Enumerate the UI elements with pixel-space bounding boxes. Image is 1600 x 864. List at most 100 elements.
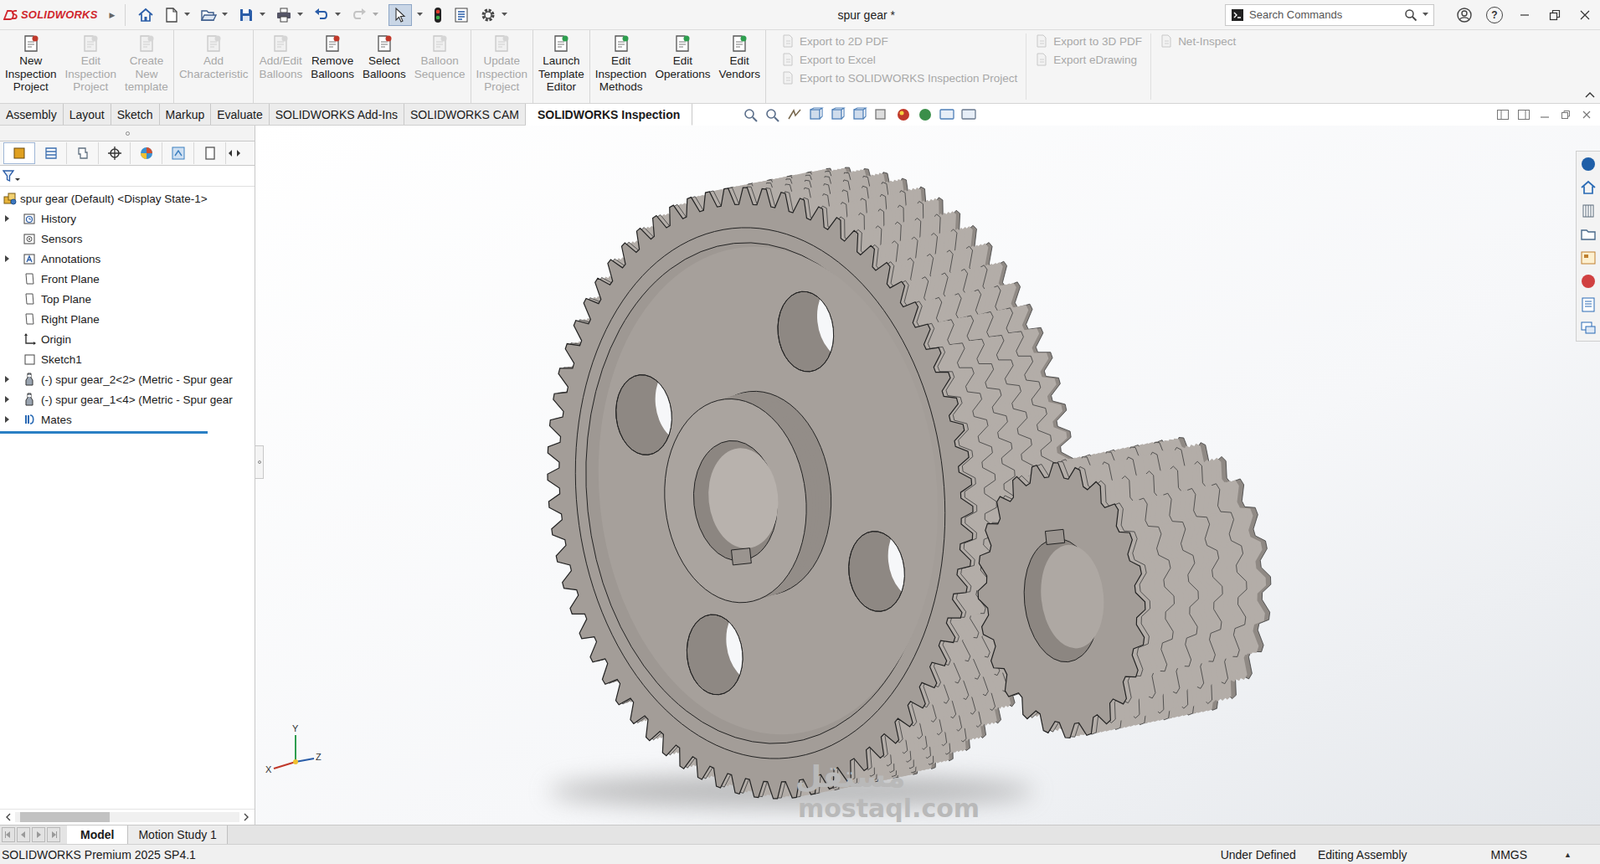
panel-tab[interactable] <box>130 142 163 165</box>
file-explorer-icon[interactable] <box>1579 225 1598 244</box>
command-tab[interactable]: Sketch <box>111 103 160 125</box>
tree-root[interactable]: spur gear (Default) <Display State-1> <box>0 188 255 209</box>
panel-collapse-handle[interactable] <box>255 445 264 479</box>
panel-tabs-scroll-right-icon[interactable] <box>234 145 243 161</box>
help-button[interactable]: ? <box>1486 6 1503 24</box>
command-tab[interactable]: Assembly <box>0 103 64 125</box>
expand-arrow-icon[interactable] <box>4 375 11 384</box>
tree-item[interactable]: History <box>0 208 255 229</box>
tree-toggle[interactable] <box>2 415 16 424</box>
tab-scroll-icon[interactable] <box>16 827 31 843</box>
dropdown-caret-icon[interactable] <box>259 12 266 17</box>
tile-left-icon[interactable] <box>1496 108 1510 121</box>
gear-assembly-view[interactable]: YXZمستقلmostaql.com <box>255 125 1600 825</box>
rollback-bar[interactable] <box>0 431 208 434</box>
home-icon[interactable] <box>137 6 155 24</box>
rebuild-traffic-light-icon[interactable] <box>432 6 443 24</box>
dropdown-caret-icon[interactable] <box>416 12 423 17</box>
scrollbar-thumb[interactable] <box>20 812 110 823</box>
hide-show-icon[interactable] <box>873 107 891 123</box>
expand-arrow-icon[interactable] <box>4 415 11 424</box>
tree-item[interactable]: Annotations <box>0 248 255 269</box>
tree-item[interactable]: Right Plane <box>0 308 255 330</box>
command-tab[interactable]: SOLIDWORKS CAM <box>404 103 526 125</box>
home-icon[interactable] <box>1579 178 1598 197</box>
design-library-icon[interactable] <box>1579 201 1598 221</box>
tree-item[interactable]: Origin <box>0 329 255 350</box>
command-tab[interactable]: Layout <box>63 103 112 125</box>
expand-arrow-icon[interactable] <box>4 395 11 404</box>
panel-splitter[interactable] <box>0 125 255 141</box>
dropdown-caret-icon[interactable] <box>334 12 341 17</box>
panel-tab[interactable] <box>66 142 99 165</box>
new-document-button[interactable] <box>164 6 191 24</box>
tile-right-icon[interactable] <box>1517 108 1531 121</box>
scrollbar-track[interactable] <box>15 812 240 823</box>
user-account-icon[interactable] <box>1455 6 1473 24</box>
command-button[interactable]: Edit Vendors <box>714 30 765 103</box>
command-button[interactable]: New Inspection Project <box>0 30 62 103</box>
previous-view-icon[interactable] <box>786 107 803 123</box>
tree-toggle[interactable] <box>2 254 16 263</box>
apply-scene-icon[interactable] <box>916 107 934 123</box>
options-button[interactable] <box>479 6 508 24</box>
view-minimize-icon[interactable] <box>1538 108 1552 121</box>
solidworks-logo[interactable]: SOLIDWORKS <box>3 8 98 21</box>
zoom-area-icon[interactable] <box>764 107 782 123</box>
print-button[interactable] <box>275 6 304 24</box>
menu-expand-arrow[interactable]: ▶ <box>109 10 116 20</box>
tree-item[interactable]: Sensors <box>0 228 255 249</box>
tree-toggle[interactable] <box>2 395 16 404</box>
expand-arrow-icon[interactable] <box>4 214 11 223</box>
command-button[interactable]: Edit Inspection Methods <box>591 30 652 103</box>
scroll-right-icon[interactable] <box>241 811 252 824</box>
panel-tab[interactable] <box>194 142 227 165</box>
graphics-area[interactable]: YXZمستقلmostaql.com <box>255 125 1600 825</box>
resources-icon[interactable] <box>1579 154 1598 174</box>
tree-toggle[interactable] <box>2 214 16 223</box>
command-tab[interactable]: Markup <box>159 103 212 125</box>
open-document-button[interactable] <box>200 6 228 24</box>
filter-funnel-icon[interactable] <box>2 169 21 183</box>
forum-icon[interactable] <box>1579 318 1598 338</box>
restore-icon[interactable] <box>1546 6 1564 24</box>
tab-scroll-icon[interactable] <box>1 827 16 843</box>
edit-appearance-icon[interactable] <box>895 107 912 123</box>
command-button[interactable]: Remove Balloons <box>306 30 359 103</box>
dropdown-caret-icon[interactable] <box>297 12 304 17</box>
collapse-ribbon-chevron-icon[interactable] <box>1584 91 1595 98</box>
tree-item[interactable]: Top Plane <box>0 288 255 309</box>
panel-tab[interactable] <box>98 142 131 165</box>
save-button[interactable] <box>237 6 266 24</box>
dropdown-caret-icon[interactable] <box>372 12 379 17</box>
tree-filter[interactable] <box>0 165 255 187</box>
bottom-tab[interactable]: Motion Study 1 <box>128 825 227 844</box>
zoom-fit-icon[interactable] <box>742 107 760 123</box>
tab-scroll-icon[interactable] <box>46 827 61 843</box>
section-view-icon[interactable] <box>807 107 825 123</box>
select-tool[interactable] <box>388 4 412 26</box>
unit-system[interactable]: MMGS <box>1491 848 1528 862</box>
tree-horizontal-scrollbar[interactable] <box>0 808 255 825</box>
appearances-icon[interactable] <box>1579 272 1598 291</box>
dropdown-caret-icon[interactable] <box>184 12 191 17</box>
status-options-arrow[interactable]: ▲ <box>1563 850 1572 860</box>
small-spur-gear[interactable] <box>965 429 1285 746</box>
command-tab[interactable]: SOLIDWORKS Inspection <box>525 103 693 126</box>
command-button[interactable]: Edit Operations <box>650 30 715 103</box>
expand-arrow-icon[interactable] <box>4 254 11 263</box>
view-orientation-icon[interactable] <box>829 107 847 123</box>
display-pane-icon[interactable] <box>960 107 978 123</box>
custom-properties-icon[interactable] <box>1579 295 1598 314</box>
tree-item[interactable]: (-) spur gear_1<4> (Metric - Spur gear <box>0 389 255 410</box>
tree-toggle[interactable] <box>2 375 16 384</box>
panel-tab[interactable] <box>35 142 67 165</box>
tree-item[interactable]: Mates <box>0 409 255 430</box>
panel-tab[interactable] <box>162 142 195 165</box>
view-palette-icon[interactable] <box>1579 248 1598 268</box>
panel-tab[interactable] <box>3 142 36 165</box>
file-properties-icon[interactable] <box>452 6 470 24</box>
minimize-icon[interactable] <box>1516 6 1534 24</box>
dropdown-caret-icon[interactable] <box>221 12 228 17</box>
command-tab[interactable]: Evaluate <box>210 103 269 125</box>
